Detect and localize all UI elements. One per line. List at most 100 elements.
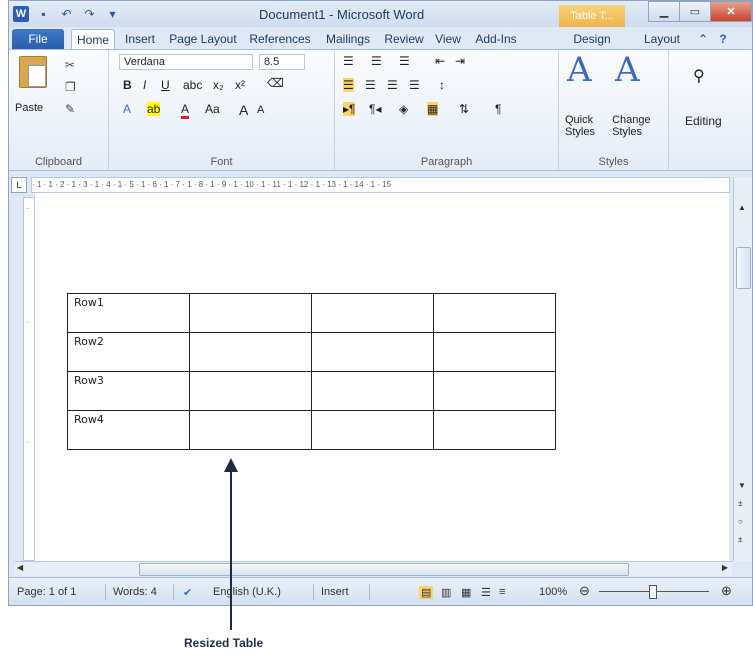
table-cell[interactable] (189, 410, 312, 450)
outline-icon[interactable]: ☰ (481, 586, 491, 599)
quick-styles-button[interactable]: Quick Styles (565, 114, 609, 138)
change-case-button[interactable]: Aa (205, 102, 220, 116)
word-app-icon[interactable]: W (13, 5, 29, 22)
word-count[interactable]: Words: 4 (113, 586, 157, 598)
tab-view[interactable]: View (431, 29, 465, 49)
bold-button[interactable]: B (123, 78, 132, 92)
zoom-slider-thumb[interactable] (649, 585, 657, 599)
grow-font-button[interactable]: A (239, 102, 248, 118)
borders-icon[interactable]: ▦ (427, 102, 439, 116)
tab-home[interactable]: Home (71, 29, 115, 50)
scroll-right-icon[interactable]: ▶ (722, 563, 728, 572)
font-name-combo[interactable]: Verdana (119, 54, 253, 70)
tab-insert[interactable]: Insert (119, 29, 161, 49)
vertical-ruler[interactable]: · · · (23, 197, 35, 561)
underline-button[interactable]: U (161, 78, 170, 92)
tab-design[interactable]: Design (567, 29, 617, 49)
tab-page-layout[interactable]: Page Layout (165, 29, 241, 49)
zoom-out-icon[interactable]: ⊖ (579, 583, 590, 599)
bullets-icon[interactable]: ☰ (343, 54, 354, 68)
tab-file[interactable]: File (12, 29, 64, 49)
numbering-icon[interactable]: ☰ (371, 54, 382, 68)
select-browse-object-icon[interactable]: ○ (738, 517, 743, 526)
tab-mailings[interactable]: Mailings (319, 29, 377, 49)
table-cell[interactable]: Row2 (67, 332, 190, 372)
scroll-down-icon[interactable]: ▼ (738, 481, 746, 490)
help-icon[interactable]: ? (715, 29, 731, 49)
highlight-icon[interactable]: ab (147, 102, 161, 116)
multilevel-list-icon[interactable]: ☰ (399, 54, 410, 68)
copy-icon[interactable]: ❐ (65, 80, 76, 94)
shrink-font-button[interactable]: A (257, 104, 264, 116)
quick-styles-icon[interactable]: A (567, 50, 592, 90)
draft-icon[interactable]: ≡ (499, 586, 505, 598)
previous-page-icon[interactable]: ± (738, 499, 742, 508)
align-center-icon[interactable]: ☰ (365, 78, 376, 92)
superscript-icon[interactable]: x² (235, 78, 245, 92)
minimize-button[interactable]: ▁ (648, 1, 680, 22)
zoom-level[interactable]: 100% (539, 586, 567, 598)
full-screen-reading-icon[interactable]: ▥ (441, 586, 451, 599)
customize-qat-icon[interactable]: ▾ (104, 5, 121, 22)
table-cell[interactable] (189, 293, 312, 333)
change-styles-icon[interactable]: A (615, 50, 640, 90)
page-count[interactable]: Page: 1 of 1 (17, 586, 76, 598)
format-painter-icon[interactable]: ✎ (65, 102, 75, 116)
language-indicator[interactable]: English (U.K.) (213, 586, 281, 598)
tab-references[interactable]: References (245, 29, 315, 49)
table-cell[interactable] (189, 371, 312, 411)
tab-add-ins[interactable]: Add-Ins (469, 29, 523, 49)
save-icon[interactable]: ▪ (35, 5, 52, 22)
redo-icon[interactable]: ↷ (81, 5, 98, 22)
undo-icon[interactable]: ↶ (58, 5, 75, 22)
shading-icon[interactable]: ◈ (399, 102, 408, 116)
insert-mode[interactable]: Insert (321, 586, 349, 598)
sort-icon[interactable]: ⇅ (459, 102, 469, 116)
minimize-ribbon-icon[interactable]: ⌃ (695, 29, 711, 49)
close-button[interactable]: ✕ (710, 1, 752, 22)
scroll-left-icon[interactable]: ◀ (17, 563, 23, 572)
show-hide-button[interactable]: ¶ (495, 102, 501, 116)
change-styles-button[interactable]: Change Styles (612, 114, 662, 138)
table-cell[interactable] (311, 293, 434, 333)
decrease-indent-icon[interactable]: ⇤ (435, 54, 445, 68)
table-cell[interactable] (433, 410, 556, 450)
align-left-icon[interactable]: ☰ (343, 78, 354, 92)
ltr-icon[interactable]: ▸¶ (343, 102, 356, 116)
table-cell[interactable]: Row1 (67, 293, 190, 333)
align-right-icon[interactable]: ☰ (387, 78, 398, 92)
tab-selector[interactable]: L (11, 177, 27, 193)
italic-button[interactable]: I (143, 78, 146, 92)
font-size-combo[interactable]: 8.5 (259, 54, 305, 70)
table-cell[interactable] (311, 371, 434, 411)
table-cell[interactable]: Row3 (67, 371, 190, 411)
tab-review[interactable]: Review (381, 29, 427, 49)
tab-layout[interactable]: Layout (637, 29, 687, 49)
print-layout-icon[interactable]: ▤ (419, 586, 434, 599)
clear-formatting-icon[interactable]: ⌫ (267, 76, 284, 90)
table-cell[interactable] (433, 293, 556, 333)
web-layout-icon[interactable]: ▦ (461, 586, 471, 599)
vertical-scrollbar[interactable]: ▲ ▼ ± ○ ± (733, 177, 752, 561)
scroll-up-icon[interactable]: ▲ (738, 203, 746, 212)
zoom-in-icon[interactable]: ⊕ (721, 583, 732, 599)
strikethrough-icon[interactable]: abc (183, 78, 202, 92)
paste-icon[interactable] (19, 56, 47, 88)
text-effects-icon[interactable]: A (123, 102, 131, 116)
vertical-scroll-thumb[interactable] (736, 247, 751, 289)
binoculars-icon[interactable]: ⚲ (693, 66, 705, 86)
table-cell[interactable] (433, 332, 556, 372)
line-spacing-icon[interactable]: ↕ (439, 78, 445, 92)
resized-table[interactable]: Row1 Row2 Row3 Row4 (67, 293, 556, 450)
paste-button[interactable]: Paste (15, 102, 43, 114)
subscript-icon[interactable]: x₂ (213, 78, 224, 92)
table-cell[interactable] (311, 410, 434, 450)
rtl-icon[interactable]: ¶◂ (369, 102, 381, 116)
next-page-icon[interactable]: ± (738, 535, 742, 544)
table-cell[interactable] (311, 332, 434, 372)
editing-button[interactable]: Editing (685, 114, 722, 128)
cut-icon[interactable]: ✂ (65, 58, 75, 72)
font-color-icon[interactable]: A (181, 102, 190, 119)
table-cell[interactable] (189, 332, 312, 372)
table-cell[interactable] (433, 371, 556, 411)
